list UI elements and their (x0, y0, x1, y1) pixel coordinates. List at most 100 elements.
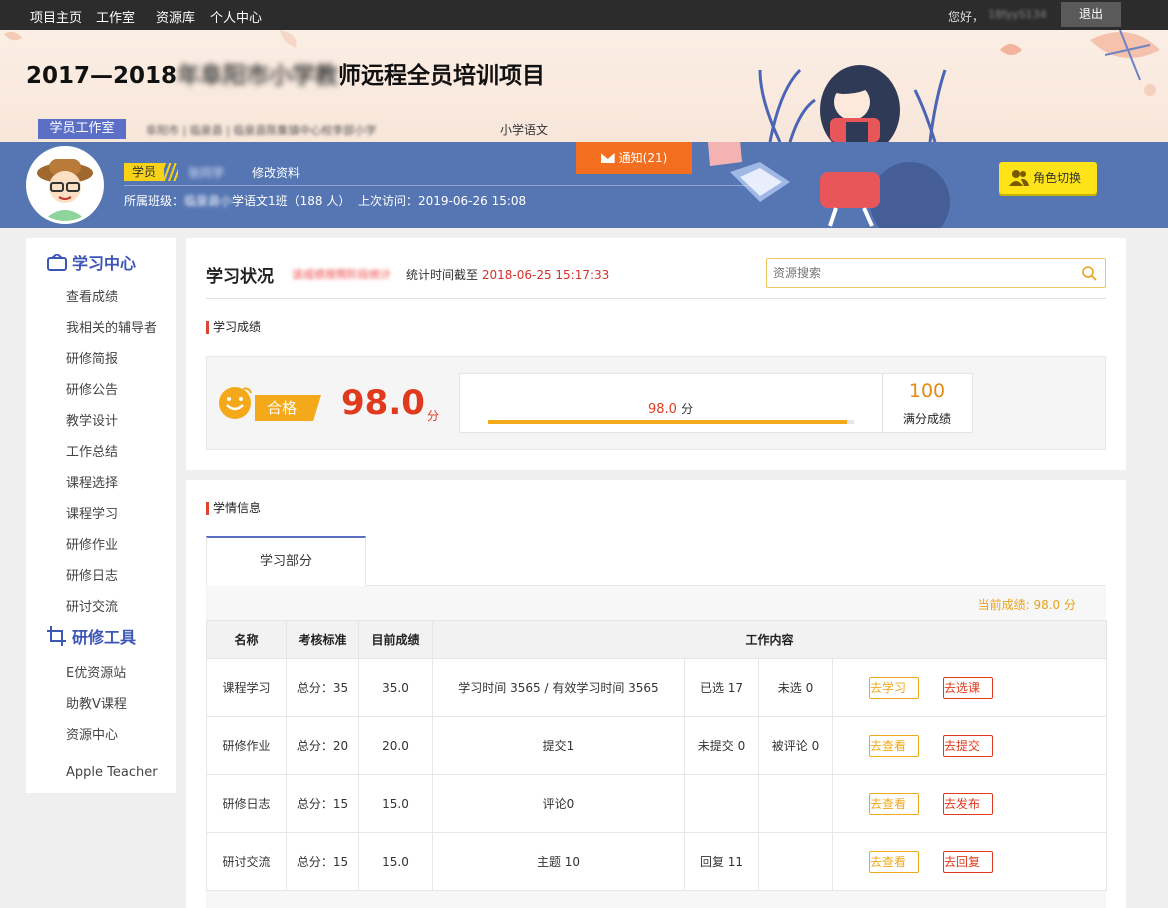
row-standard: 总分：15 (286, 774, 359, 833)
status-heading: 学习状况 (206, 267, 274, 287)
tab-learning[interactable]: 学习部分 (206, 536, 366, 586)
action-button-secondary[interactable]: 去选课 (943, 676, 993, 699)
table-header-row: 名称 考核标准 目前成绩 工作内容 (206, 620, 1108, 659)
action-button-secondary[interactable]: 去发布 (943, 792, 993, 815)
sidebar-item[interactable]: 研修日志 (66, 565, 118, 584)
row-standard: 总分：20 (286, 716, 359, 775)
breadcrumb-subject: 小学语文 (500, 123, 549, 137)
total-score: 98.0 (341, 383, 425, 423)
nav-studio[interactable]: 工作室 (96, 7, 135, 26)
sidebar-item[interactable]: 资源中心 (66, 724, 118, 743)
table-row: 研讨交流 总分：15 15.0 主题 10 回复 11 去查看 去回复 (206, 832, 1108, 891)
greeting: 您好， (948, 10, 985, 24)
title-blurred: 年阜阳市小学教 (177, 63, 339, 89)
page-title: 2017—2018年阜阳市小学教师远程全员培训项目 (26, 56, 545, 90)
search-input[interactable] (767, 259, 1067, 287)
row-count-2: 未选 0 (758, 658, 833, 717)
sidebar-item[interactable]: 我相关的辅导者 (66, 317, 157, 336)
action-button-primary[interactable]: 去查看 (869, 792, 919, 815)
logout-button[interactable]: 退出 (1061, 2, 1121, 27)
sidebar-item[interactable]: 研修简报 (66, 348, 118, 367)
class-blurred: 临泉县小 (184, 194, 233, 208)
title-prefix: 2017—2018 (26, 63, 178, 89)
section-learning-center-label: 学习中心 (72, 254, 137, 273)
total-score-unit: 分 (427, 409, 440, 423)
sidebar-item[interactable]: 查看成绩 (66, 286, 118, 305)
action-button-secondary[interactable]: 去回复 (943, 850, 993, 873)
action-button-secondary[interactable]: 去提交 (943, 734, 993, 757)
stat-time: 2018-06-25 15:17:33 (481, 268, 610, 282)
sidebar-item[interactable]: 研修公告 (66, 379, 118, 398)
last-visit: 上次访问：2019-06-26 15:08 (358, 194, 527, 208)
sidebar-item[interactable]: E优资源站 (66, 662, 126, 681)
sidebar-item[interactable]: 课程选择 (66, 472, 118, 491)
action-button-primary[interactable]: 去学习 (869, 676, 919, 699)
col-standard: 考核标准 (286, 620, 359, 659)
notice-button[interactable]: 通知(21) (576, 142, 692, 174)
sidebar-item[interactable]: 助教V课程 (66, 693, 127, 712)
score-section-title: 学习成绩 (206, 321, 261, 334)
progress-track (488, 420, 854, 424)
row-actions: 去查看 去提交 (831, 716, 1108, 775)
class-text: 学语文1班（188 人） (232, 194, 351, 208)
profile-name: 张同学 (188, 166, 225, 180)
nav-project-home[interactable]: 项目主页 (30, 7, 82, 26)
row-count-1: 已选 17 (684, 658, 759, 717)
col-current: 目前成绩 (358, 620, 433, 659)
table-row: 研修日志 总分：15 15.0 评论0 去查看 去发布 (206, 774, 1108, 833)
sidebar-item[interactable]: 工作总结 (66, 441, 118, 460)
avatar-image (29, 149, 101, 221)
learning-center-icon (47, 252, 67, 271)
table-row: 课程学习 总分：35 35.0 学习时间 3565 / 有效学习时间 3565 已选 1… (206, 658, 1108, 717)
users-icon (1009, 170, 1029, 186)
sidebar-item[interactable]: 教学设计 (66, 410, 118, 429)
stat-time-line: 统计时间截至 2018-06-25 15:17:33 (406, 266, 609, 283)
sidebar-item[interactable]: 课程学习 (66, 503, 118, 522)
row-count-2: 被评论 0 (758, 716, 833, 775)
nav-resources[interactable]: 资源库 (156, 7, 195, 26)
full-score: 100 (908, 380, 946, 402)
avatar (26, 146, 104, 224)
pass-badge: 合格 (255, 395, 321, 421)
class-label: 所属班级： (124, 194, 185, 208)
row-actions: 去查看 去回复 (831, 832, 1108, 891)
action-button-primary[interactable]: 去查看 (869, 734, 919, 757)
role-switch-button[interactable]: 角色切换 (999, 162, 1097, 194)
sidebar-item[interactable]: 研修作业 (66, 534, 118, 553)
banner: 2017—2018年阜阳市小学教师远程全员培训项目 学员工作室 阜阳市 | 临泉… (0, 30, 1168, 142)
row-count-2 (758, 774, 833, 833)
row-name: 研修作业 (206, 716, 287, 775)
row-standard: 总分：35 (286, 658, 359, 717)
title-suffix: 师远程全员培训项目 (338, 63, 546, 89)
mail-icon (600, 153, 615, 163)
tab-bar: 学习部分 (206, 536, 1106, 586)
info-panel: 学情信息 学习部分 当前成绩: 98.0 分 名称 考核标准 目前成绩 工作内容… (186, 480, 1126, 908)
nav-personal[interactable]: 个人中心 (210, 7, 262, 26)
sidebar-item[interactable]: 研讨交流 (66, 596, 118, 615)
action-button-primary[interactable]: 去查看 (869, 850, 919, 873)
status-divider (206, 298, 1106, 299)
row-current: 15.0 (358, 774, 433, 833)
sidebar-item[interactable]: Apple Teacher (66, 765, 158, 780)
row-current: 35.0 (358, 658, 433, 717)
username: 18fyyS134 (988, 8, 1047, 21)
status-note: 该成绩按照阶段统计 (292, 268, 391, 281)
row-work: 评论0 (432, 774, 685, 833)
current-score: 当前成绩: 98.0 分 (977, 598, 1076, 612)
section-tools: 研修工具 (46, 624, 136, 648)
col-name: 名称 (206, 620, 287, 659)
resource-search (766, 258, 1106, 288)
row-actions: 去查看 去发布 (831, 774, 1108, 833)
row-actions: 去学习 去选课 (831, 658, 1108, 717)
section-learning-center: 学习中心 (46, 250, 136, 274)
crop-icon (47, 626, 66, 646)
section-tools-label: 研修工具 (72, 628, 137, 647)
row-count-1: 未提交 0 (684, 716, 759, 775)
profile-divider (124, 185, 764, 186)
row-work: 学习时间 3565 / 有效学习时间 3565 (432, 658, 685, 717)
full-score-box: 100 满分成绩 (883, 373, 973, 433)
role-badge: 学员 (124, 163, 164, 181)
edit-profile-link[interactable]: 修改资料 (252, 164, 300, 181)
search-icon[interactable] (1081, 265, 1097, 281)
stat-prefix: 统计时间截至 (406, 268, 479, 282)
